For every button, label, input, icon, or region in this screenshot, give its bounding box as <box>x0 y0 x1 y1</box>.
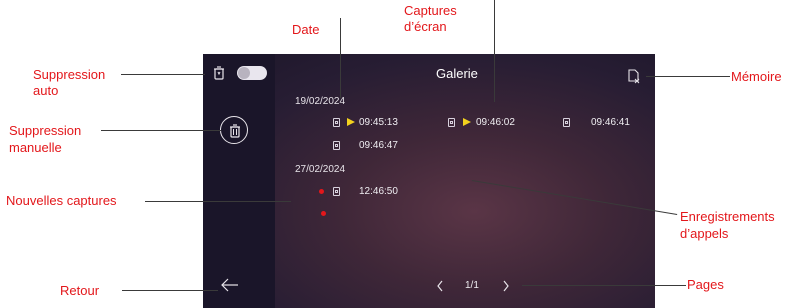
callout-auto-delete-2: auto <box>33 83 59 98</box>
play-icon <box>463 118 471 126</box>
callout-memory: Mémoire <box>731 69 782 84</box>
callout-manual-delete-1: Suppression <box>9 123 82 138</box>
prev-page-button[interactable] <box>436 279 444 293</box>
page-indicator: 1/1 <box>465 280 479 291</box>
sd-card-x-icon <box>628 69 640 84</box>
play-icon <box>347 118 355 126</box>
callout-line-manual-delete <box>101 130 221 131</box>
callout-line-pages <box>522 285 686 286</box>
callout-line-memory <box>646 76 730 77</box>
callout-line-auto-delete <box>121 74 205 75</box>
capture-time[interactable]: 09:45:13 <box>359 117 398 128</box>
callout-line-back <box>122 290 218 291</box>
callout-captures-1: Captures <box>404 3 457 18</box>
callout-date: Date <box>292 22 320 37</box>
capture-time[interactable]: 09:46:47 <box>359 140 398 151</box>
date-group-2: 27/02/2024 <box>295 164 346 175</box>
capture-time[interactable]: 09:46:41 <box>591 117 630 128</box>
page-title: Galerie <box>436 66 478 81</box>
callout-back: Retour <box>60 283 100 298</box>
capture-time[interactable]: 12:46:50 <box>359 186 398 197</box>
capture-time[interactable]: 09:46:02 <box>476 117 515 128</box>
left-panel <box>203 54 275 308</box>
screenshot-icon <box>333 118 340 127</box>
arrow-left-icon <box>221 278 238 292</box>
screenshot-icon <box>333 187 340 196</box>
memory-button[interactable] <box>626 68 640 84</box>
screenshot-icon <box>333 141 340 150</box>
manual-delete-button[interactable] <box>220 116 248 144</box>
gallery-screen: Galerie 19/02/2024 09:45:13 09:46:02 09:… <box>203 54 655 308</box>
new-dot-icon <box>319 189 324 194</box>
callout-pages: Pages <box>687 277 724 292</box>
callout-line-date <box>340 18 341 98</box>
date-group-1: 19/02/2024 <box>295 96 346 107</box>
callout-manual-delete-2: manuelle <box>9 140 62 155</box>
callout-call-recordings-2: d’appels <box>680 226 729 241</box>
callout-line-captures <box>494 0 495 102</box>
auto-delete-toggle[interactable] <box>237 66 267 80</box>
chevron-left-icon <box>437 280 443 292</box>
screenshot-icon <box>563 118 570 127</box>
new-dot-icon <box>321 211 326 216</box>
trash-icon <box>230 124 240 138</box>
callout-call-recordings-1: Enregistrements <box>680 209 775 224</box>
callout-captures-2: d’écran <box>404 19 447 34</box>
screenshot-icon <box>448 118 455 127</box>
next-page-button[interactable] <box>502 279 510 293</box>
chevron-right-icon <box>503 280 509 292</box>
callout-auto-delete-1: Suppression <box>33 67 106 82</box>
callout-new-captures: Nouvelles captures <box>6 193 117 208</box>
auto-delete-icon <box>213 66 225 80</box>
back-button[interactable] <box>221 278 239 292</box>
callout-line-new-captures <box>145 201 291 202</box>
